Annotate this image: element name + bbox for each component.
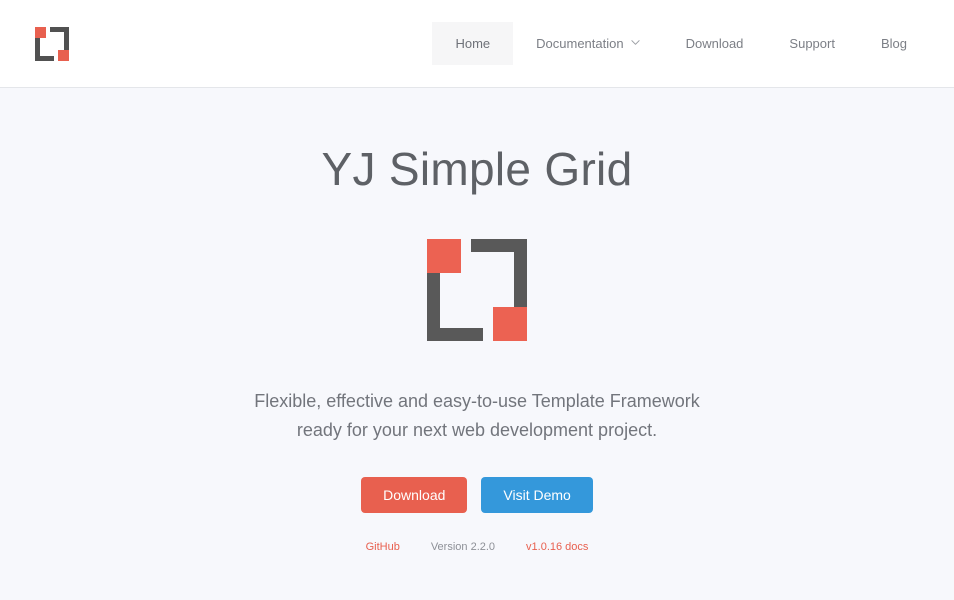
chevron-down-icon <box>630 38 640 47</box>
nav-item-label: Support <box>789 36 835 51</box>
hero-yj-grid-logo-icon <box>427 239 527 341</box>
hero-logo-square-top-left <box>427 239 461 273</box>
main-navigation: Home Documentation Download Support Blog <box>432 0 930 87</box>
nav-item-label: Download <box>685 36 744 51</box>
nav-item-documentation[interactable]: Documentation <box>513 22 662 65</box>
nav-item-download[interactable]: Download <box>663 22 767 65</box>
hero-tagline: Flexible, effective and easy-to-use Temp… <box>0 387 954 445</box>
nav-item-support[interactable]: Support <box>766 22 858 65</box>
visit-demo-button[interactable]: Visit Demo <box>481 477 593 513</box>
github-link[interactable]: GitHub <box>366 541 400 553</box>
logo-corner-top-right-arm-v <box>64 26 69 50</box>
hero-tagline-line-2: ready for your next web development proj… <box>296 420 658 440</box>
hero-actions: Download Visit Demo <box>0 477 954 513</box>
nav-item-label: Home <box>455 36 491 51</box>
hero-logo-corner-top-right-arm-v <box>514 239 527 307</box>
hero-meta-links: GitHub Version 2.2.0 v1.0.16 docs <box>0 541 954 553</box>
hero-logo-square-bottom-right <box>493 307 527 341</box>
download-button[interactable]: Download <box>361 477 468 513</box>
hero-tagline-line-1: Flexible, effective and easy-to-use Temp… <box>254 391 700 411</box>
nav-item-blog[interactable]: Blog <box>858 22 930 65</box>
version-label: Version 2.2.0 <box>430 541 496 553</box>
page-title: YJ Simple Grid <box>321 143 633 195</box>
site-header: Home Documentation Download Support Blog <box>0 0 954 88</box>
logo-corner-bottom-left-arm-h <box>35 55 54 61</box>
logo-square-bottom-right <box>58 49 69 61</box>
yj-grid-logo-icon[interactable] <box>35 26 69 61</box>
nav-item-label: Documentation <box>536 36 624 51</box>
docs-version-link[interactable]: v1.0.16 docs <box>526 541 588 553</box>
nav-item-label: Blog <box>880 36 907 51</box>
hero-logo-corner-bottom-left-arm-h <box>427 328 483 341</box>
hero-section: YJ Simple Grid Flexible, effective and e… <box>0 88 954 553</box>
nav-item-home[interactable]: Home <box>432 22 514 65</box>
logo-square-top-left <box>35 26 46 38</box>
